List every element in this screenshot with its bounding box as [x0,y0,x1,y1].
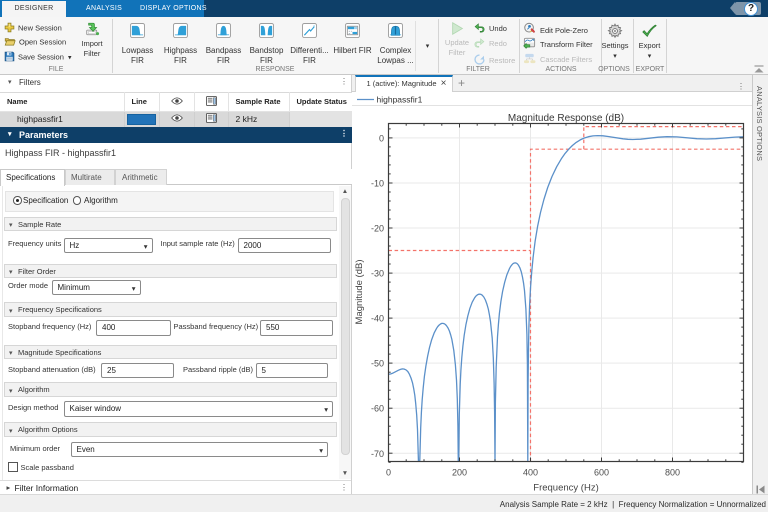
svg-text:200: 200 [452,468,467,478]
svg-text:0: 0 [386,468,391,478]
svg-text:-70: -70 [371,449,384,459]
svg-text:0: 0 [379,133,384,143]
svg-text:-30: -30 [371,269,384,279]
svg-text:Frequency (Hz): Frequency (Hz) [533,483,598,494]
svg-text:-20: -20 [371,224,384,234]
svg-text:800: 800 [665,468,680,478]
svg-text:Magnitude Response (dB): Magnitude Response (dB) [508,113,624,124]
svg-text:-40: -40 [371,314,384,324]
svg-text:400: 400 [523,468,538,478]
svg-text:-50: -50 [371,359,384,369]
svg-text:-60: -60 [371,404,384,414]
svg-text:-10: -10 [371,179,384,189]
svg-text:highpassfir1: highpassfir1 [377,95,423,105]
svg-text:Magnitude (dB): Magnitude (dB) [354,260,365,325]
svg-text:600: 600 [594,468,609,478]
